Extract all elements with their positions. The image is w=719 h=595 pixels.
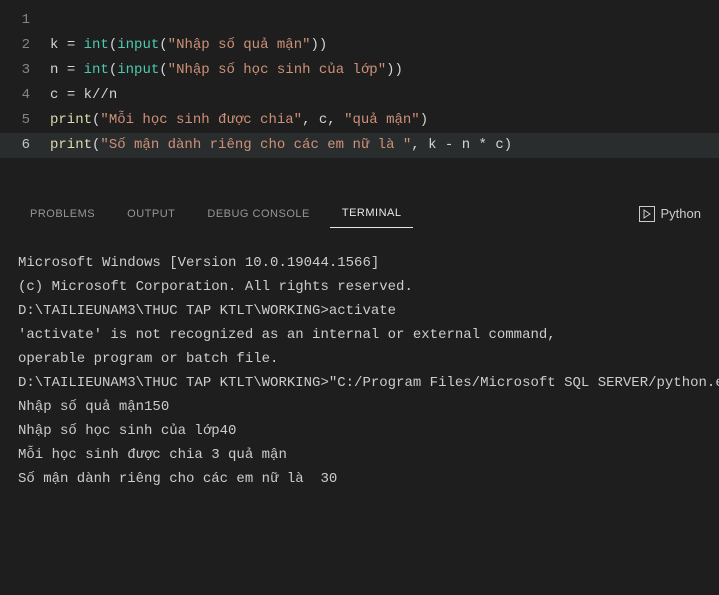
code-content[interactable]: n = int(input("Nhập số học sinh của lớp"… [50, 58, 403, 83]
code-content[interactable]: c = k//n [50, 83, 117, 108]
code-line[interactable]: 3n = int(input("Nhập số học sinh của lớp… [0, 58, 719, 83]
code-content[interactable]: k = int(input("Nhập số quả mận")) [50, 33, 327, 58]
terminal-panel[interactable]: Microsoft Windows [Version 10.0.19044.15… [0, 231, 719, 511]
terminal-line: 'activate' is not recognized as an inter… [18, 323, 701, 347]
terminal-line: operable program or batch file. [18, 347, 701, 371]
terminal-line: (c) Microsoft Corporation. All rights re… [18, 275, 701, 299]
tab-terminal[interactable]: TERMINAL [330, 199, 414, 228]
terminal-line: Nhập số quả mận150 [18, 395, 701, 419]
play-icon [639, 206, 655, 222]
line-number: 2 [0, 33, 50, 58]
code-line[interactable]: 1 [0, 8, 719, 33]
run-selector[interactable]: Python [639, 206, 701, 222]
tab-debug-console[interactable]: DEBUG CONSOLE [195, 200, 321, 228]
code-line[interactable]: 4c = k//n [0, 83, 719, 108]
panel-tabs: PROBLEMS OUTPUT DEBUG CONSOLE TERMINAL P… [0, 196, 719, 231]
line-number: 3 [0, 58, 50, 83]
code-content[interactable]: print("Số mận dành riêng cho các em nữ l… [50, 133, 512, 158]
tab-output[interactable]: OUTPUT [115, 200, 187, 228]
line-number: 1 [0, 8, 50, 33]
code-content[interactable]: print("Mỗi học sinh được chia", c, "quả … [50, 108, 428, 133]
code-editor[interactable]: 12k = int(input("Nhập số quả mận"))3n = … [0, 0, 719, 166]
terminal-line: D:\TAILIEUNAM3\THUC TAP KTLT\WORKING>act… [18, 299, 701, 323]
terminal-line: D:\TAILIEUNAM3\THUC TAP KTLT\WORKING>"C:… [18, 371, 701, 395]
line-number: 5 [0, 108, 50, 133]
code-line[interactable]: 5print("Mỗi học sinh được chia", c, "quả… [0, 108, 719, 133]
tab-problems[interactable]: PROBLEMS [18, 200, 107, 228]
terminal-line: Nhập số học sinh của lớp40 [18, 419, 701, 443]
terminal-line: Số mận dành riêng cho các em nữ là 30 [18, 467, 701, 491]
run-label: Python [661, 206, 701, 221]
code-line[interactable]: 6print("Số mận dành riêng cho các em nữ … [0, 133, 719, 158]
code-line[interactable]: 2k = int(input("Nhập số quả mận")) [0, 33, 719, 58]
line-number: 6 [0, 133, 50, 158]
terminal-line: Microsoft Windows [Version 10.0.19044.15… [18, 251, 701, 275]
terminal-line: Mỗi học sinh được chia 3 quả mận [18, 443, 701, 467]
line-number: 4 [0, 83, 50, 108]
